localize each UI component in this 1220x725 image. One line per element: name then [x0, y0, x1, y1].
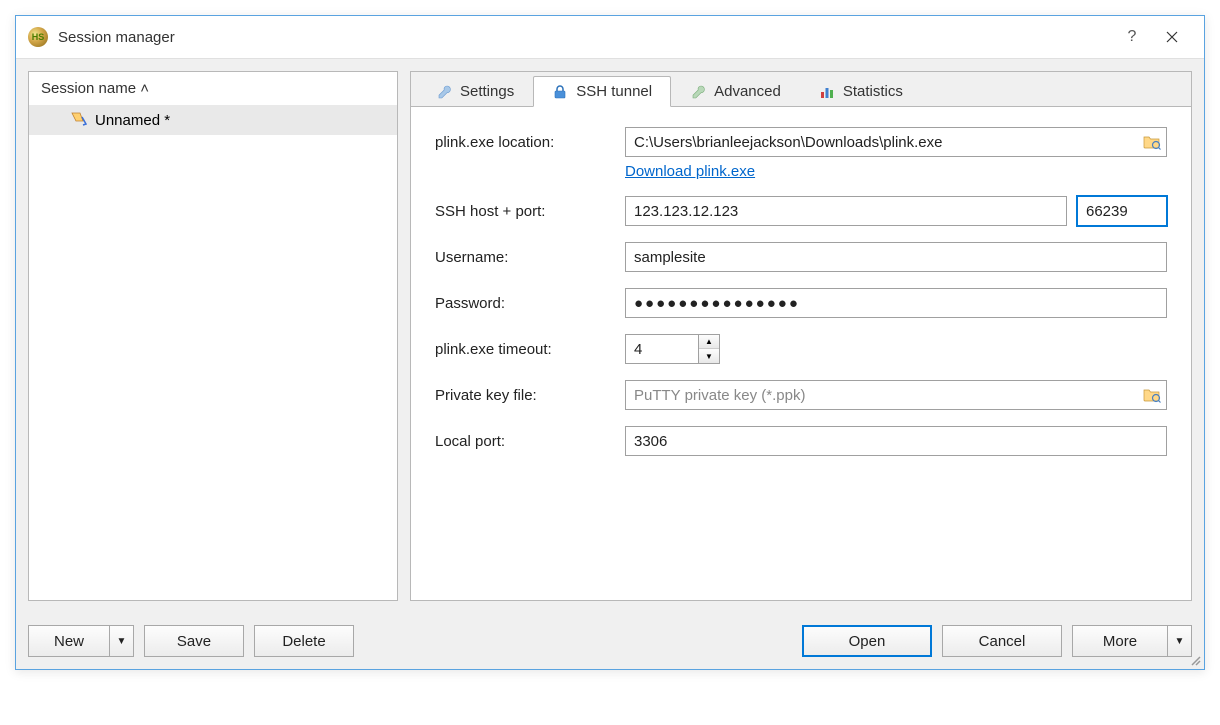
browse-folder-icon[interactable]: [1143, 134, 1161, 150]
dialog-footer: New ▼ Save Delete Open Cancel More ▼: [16, 613, 1204, 669]
right-panel: Settings SSH tunnel: [410, 71, 1192, 601]
tab-settings[interactable]: Settings: [417, 76, 533, 106]
tab-advanced[interactable]: Advanced: [671, 76, 800, 106]
ssh-host-label: SSH host + port:: [435, 203, 615, 220]
left-panel: Session name ˄ Unnamed *: [28, 71, 398, 601]
dialog-body: Session name ˄ Unnamed *: [16, 58, 1204, 613]
timeout-spinner: ▲ ▼: [625, 334, 720, 364]
local-port-input[interactable]: [625, 426, 1167, 456]
more-button-label: More: [1073, 626, 1167, 656]
resize-grip-icon[interactable]: [1186, 651, 1202, 667]
tab-ssh-tunnel[interactable]: SSH tunnel: [533, 76, 671, 107]
close-icon: [1166, 31, 1178, 43]
session-list-header[interactable]: Session name ˄: [29, 72, 397, 105]
chevron-down-icon[interactable]: ▼: [109, 626, 133, 656]
timeout-spinner-up[interactable]: ▲: [699, 335, 719, 349]
titlebar: HS Session manager ?: [16, 16, 1204, 58]
private-key-label: Private key file:: [435, 387, 615, 404]
password-label: Password:: [435, 295, 615, 312]
bar-chart-icon: [819, 84, 835, 100]
username-label: Username:: [435, 249, 615, 266]
session-manager-window: HS Session manager ? Session name ˄ Unna…: [15, 15, 1205, 670]
more-button[interactable]: More ▼: [1072, 625, 1192, 657]
browse-folder-icon[interactable]: [1143, 387, 1161, 403]
wrench-gear-icon: [690, 84, 706, 100]
window-title: Session manager: [58, 29, 1112, 46]
ssh-port-input[interactable]: [1077, 196, 1167, 226]
session-item-unnamed[interactable]: Unnamed *: [29, 105, 397, 135]
plink-location-label: plink.exe location:: [435, 134, 615, 151]
local-port-label: Local port:: [435, 433, 615, 450]
password-input[interactable]: [625, 288, 1167, 318]
plink-location-input[interactable]: [625, 127, 1167, 157]
private-key-input[interactable]: [625, 380, 1167, 410]
tab-label: SSH tunnel: [576, 83, 652, 100]
tab-label: Statistics: [843, 83, 903, 100]
tab-strip: Settings SSH tunnel: [411, 72, 1191, 107]
new-button-label: New: [29, 626, 109, 656]
left-button-group: New ▼ Save Delete: [28, 625, 354, 657]
save-button[interactable]: Save: [144, 625, 244, 657]
tab-label: Advanced: [714, 83, 781, 100]
cancel-button[interactable]: Cancel: [942, 625, 1062, 657]
session-item-label: Unnamed *: [95, 112, 170, 129]
username-input[interactable]: [625, 242, 1167, 272]
download-plink-link[interactable]: Download plink.exe: [625, 163, 755, 180]
close-button[interactable]: [1152, 21, 1192, 53]
session-icon: [69, 111, 87, 129]
ssh-host-input[interactable]: [625, 196, 1067, 226]
new-button[interactable]: New ▼: [28, 625, 134, 657]
help-button[interactable]: ?: [1112, 21, 1152, 53]
tab-statistics[interactable]: Statistics: [800, 76, 922, 106]
delete-button[interactable]: Delete: [254, 625, 354, 657]
app-icon: HS: [28, 27, 48, 47]
wrench-icon: [436, 84, 452, 100]
lock-icon: [552, 84, 568, 100]
timeout-input[interactable]: [625, 334, 699, 364]
tab-label: Settings: [460, 83, 514, 100]
timeout-spinner-down[interactable]: ▼: [699, 349, 719, 363]
open-button[interactable]: Open: [802, 625, 932, 657]
tab-content-ssh-tunnel: plink.exe location:: [411, 107, 1191, 492]
session-list: Session name ˄ Unnamed *: [28, 71, 398, 601]
tab-container: Settings SSH tunnel: [410, 71, 1192, 601]
timeout-label: plink.exe timeout:: [435, 341, 615, 358]
